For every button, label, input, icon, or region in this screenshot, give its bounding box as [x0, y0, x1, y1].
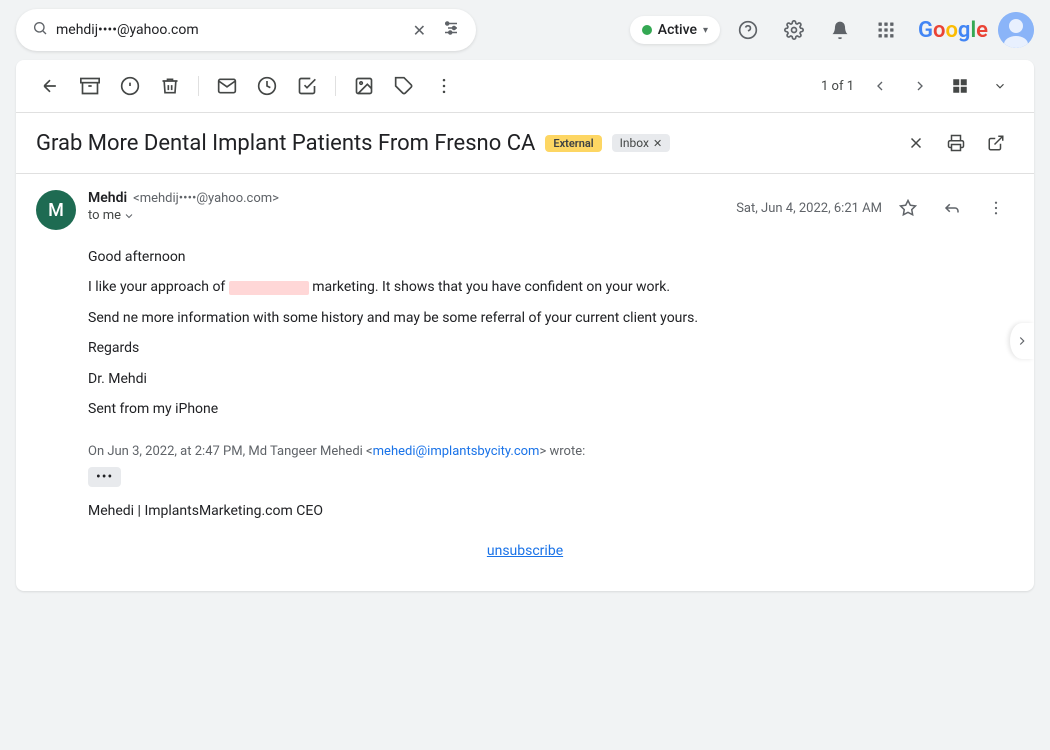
regards-line: Regards	[88, 337, 1014, 359]
subject-actions	[898, 125, 1014, 161]
snooze-button[interactable]	[249, 68, 285, 104]
view-toggle-button[interactable]	[942, 68, 978, 104]
gmail-content: 1 of 1 Grab More Dental	[16, 60, 1034, 591]
status-pill[interactable]: Active ▾	[630, 16, 720, 44]
email-sender-header: M Mehdi <mehdij••••@yahoo.com> to me	[36, 190, 1014, 230]
sender-name: Mehdi	[88, 190, 127, 206]
company-signature: Mehedi | ImplantsMarketing.com CEO	[88, 503, 1014, 519]
view-chevron-button[interactable]	[982, 68, 1018, 104]
email-subject: Grab More Dental Implant Patients From F…	[36, 131, 535, 156]
help-icon[interactable]	[730, 12, 766, 48]
greeting-line: Good afternoon	[88, 246, 1014, 268]
delete-button[interactable]	[152, 68, 188, 104]
close-thread-button[interactable]	[898, 125, 934, 161]
unsubscribe-link[interactable]: unsubscribe	[487, 543, 563, 559]
footer-signature: Mehedi | ImplantsMarketing.com CEO	[36, 487, 1014, 519]
browser-bar: mehdij••••@yahoo.com ✕ Active ▾	[0, 0, 1050, 60]
sent-from: Sent from my iPhone	[88, 398, 1014, 420]
label-button[interactable]	[386, 68, 422, 104]
user-avatar[interactable]	[998, 12, 1034, 48]
back-button[interactable]	[32, 68, 68, 104]
quote-section: On Jun 3, 2022, at 2:47 PM, Md Tangeer M…	[36, 444, 1014, 487]
address-bar[interactable]: mehdij••••@yahoo.com ✕	[16, 9, 476, 51]
bell-icon[interactable]	[822, 12, 858, 48]
search-icon	[32, 20, 48, 40]
email-meta-right: Sat, Jun 4, 2022, 6:21 AM	[736, 190, 1014, 226]
clear-icon[interactable]: ✕	[413, 21, 426, 40]
quote-expand-button[interactable]: •••	[88, 467, 121, 487]
body-line1: I like your approach of marketing. It sh…	[88, 276, 1014, 298]
email-body-area: M Mehdi <mehdij••••@yahoo.com> to me	[16, 174, 1034, 591]
more-toolbar-button[interactable]	[426, 68, 462, 104]
email-text-body: Good afternoon I like your approach of m…	[36, 246, 1014, 420]
toolbar-divider	[198, 76, 199, 96]
open-new-tab-button[interactable]	[978, 125, 1014, 161]
email-date: Sat, Jun 4, 2022, 6:21 AM	[736, 201, 882, 216]
report-button[interactable]	[112, 68, 148, 104]
star-button[interactable]	[890, 190, 926, 226]
status-dot	[642, 25, 652, 35]
task-button[interactable]	[289, 68, 325, 104]
prev-page-button[interactable]	[862, 68, 898, 104]
tag-external[interactable]: External	[545, 135, 601, 152]
sender-avatar: M	[36, 190, 76, 230]
next-page-button[interactable]	[902, 68, 938, 104]
image-button[interactable]	[346, 68, 382, 104]
archive-button[interactable]	[72, 68, 108, 104]
reply-button[interactable]	[934, 190, 970, 226]
unsubscribe-row: unsubscribe	[36, 543, 1014, 575]
email-subject-row: Grab More Dental Implant Patients From F…	[16, 113, 1034, 174]
pagination-text: 1 of 1	[821, 79, 854, 94]
tag-remove-icon[interactable]: ✕	[653, 137, 662, 150]
sender-to-row: to me	[88, 208, 736, 223]
toolbar-divider-2	[335, 76, 336, 96]
google-logo: Google	[918, 18, 988, 43]
signature-name: Dr. Mehdi	[88, 368, 1014, 390]
chevron-down-icon: ▾	[703, 25, 708, 36]
side-arrow-button[interactable]	[1010, 323, 1034, 359]
redacted-content	[229, 281, 309, 295]
email-button[interactable]	[209, 68, 245, 104]
email-toolbar: 1 of 1	[16, 60, 1034, 113]
tag-inbox[interactable]: Inbox ✕	[612, 134, 671, 152]
body-line2: Send ne more information with some histo…	[88, 307, 1014, 329]
quoted-email-link[interactable]: mehedi@implantsbycity.com	[373, 444, 540, 459]
quote-header: On Jun 3, 2022, at 2:47 PM, Md Tangeer M…	[88, 444, 1014, 459]
sender-info: Mehdi <mehdij••••@yahoo.com> to me	[88, 190, 736, 223]
settings-icon[interactable]	[776, 12, 812, 48]
more-email-button[interactable]	[978, 190, 1014, 226]
apps-icon[interactable]	[868, 12, 904, 48]
sender-email: <mehdij••••@yahoo.com>	[133, 191, 279, 206]
print-button[interactable]	[938, 125, 974, 161]
search-value: mehdij••••@yahoo.com	[56, 22, 405, 38]
status-label: Active	[658, 22, 697, 38]
tune-icon[interactable]	[442, 19, 460, 42]
